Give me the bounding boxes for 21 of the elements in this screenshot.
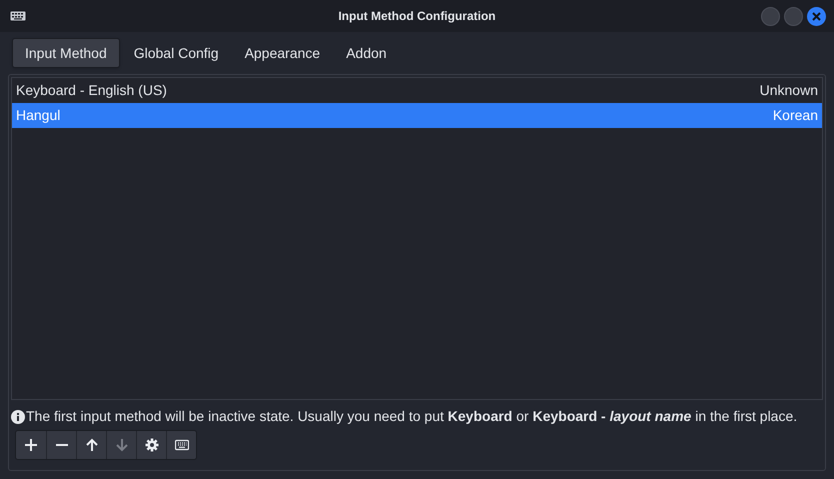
hint-text: The first input method will be inactive state. Usually you need to put Keyboard or Keyboard - layout name in the first place. (26, 407, 798, 426)
language-label: Korean (772, 106, 818, 125)
input-method-name: Keyboard - English (US) (16, 81, 167, 100)
window-title: Input Method Configuration (338, 8, 496, 25)
keyboard-icon (10, 11, 26, 21)
down-arrow-icon (114, 438, 128, 452)
language-label: Unknown (760, 81, 818, 100)
input-method-name: Hangul (16, 106, 60, 125)
close-button[interactable] (807, 7, 826, 26)
add-icon (24, 438, 38, 452)
settings-icon (144, 438, 158, 452)
tab[interactable]: Global Config (122, 38, 231, 68)
info-icon (11, 410, 25, 424)
tab[interactable]: Addon (334, 38, 399, 68)
list-row[interactable]: Hangul Korean (12, 103, 822, 128)
tab[interactable]: Input Method (12, 38, 120, 68)
list-row[interactable]: Keyboard - English (US) Unknown (12, 78, 822, 103)
keyboard-icon (174, 438, 188, 452)
tab[interactable]: Appearance (232, 38, 332, 68)
up-arrow-icon (84, 438, 98, 452)
close-icon (812, 12, 821, 21)
